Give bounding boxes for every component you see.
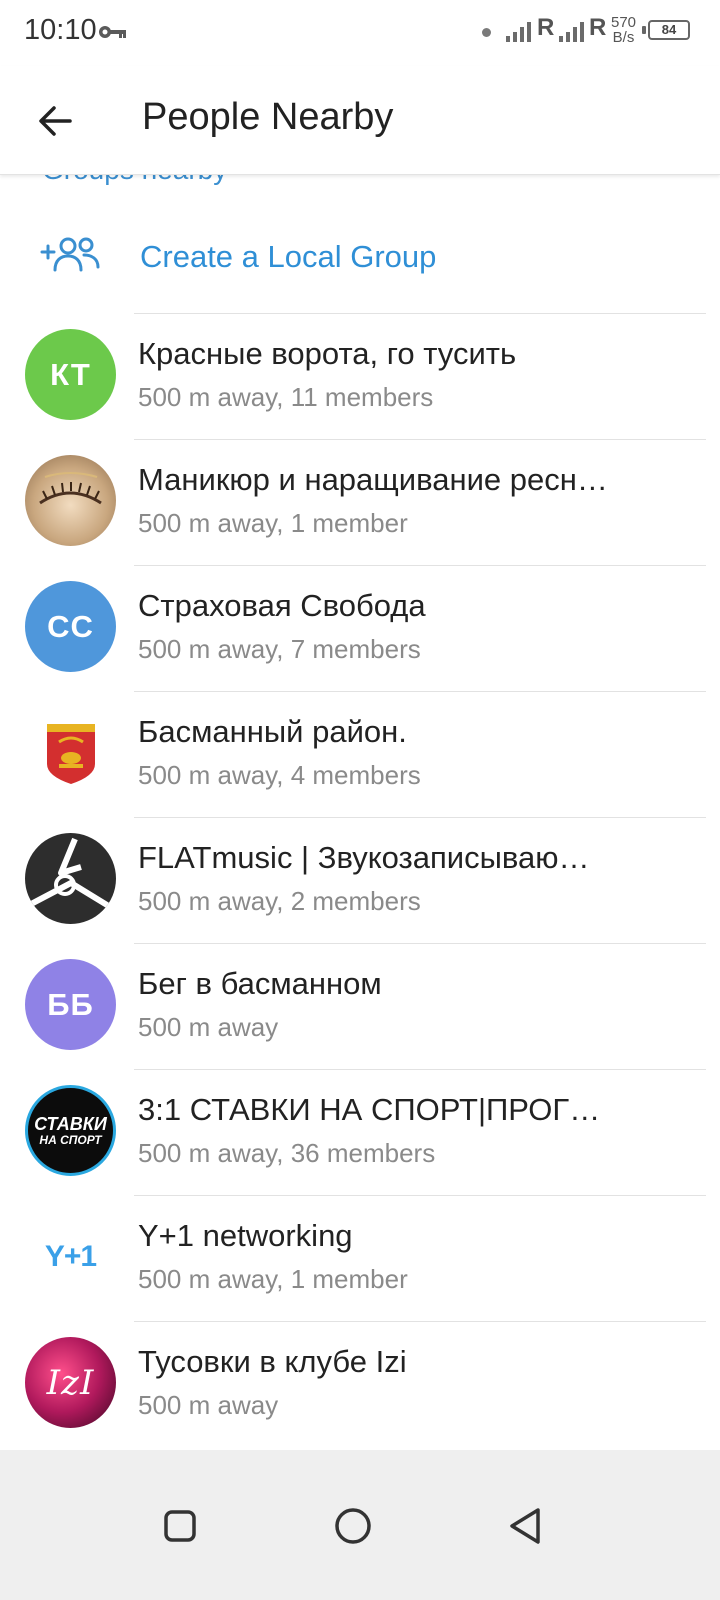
group-title: Бег в басманном: [138, 966, 382, 1001]
nearby-groups-list[interactable]: Groups nearby Create a Local Group КТ Кр…: [0, 174, 720, 1450]
app-header: People Nearby: [0, 66, 720, 175]
group-subtitle: 500 m away, 2 members: [138, 886, 421, 916]
group-title: Y+1 networking: [138, 1218, 353, 1253]
network-speed-unit: B/s: [612, 29, 635, 46]
group-title: 3:1 СТАВКИ НА СПОРТ|ПРОГНОЗЫ: [138, 1092, 608, 1127]
recents-button[interactable]: [152, 1498, 208, 1554]
section-header-groups-nearby: Groups nearby: [42, 174, 227, 186]
avatar: КТ: [25, 329, 116, 420]
avatar: [25, 833, 116, 924]
create-local-group-label: Create a Local Group: [140, 239, 437, 274]
group-title: Басманный район.: [138, 714, 407, 749]
group-subtitle: 500 m away, 1 member: [138, 508, 408, 538]
group-subtitle: 500 m away: [138, 1390, 279, 1420]
status-bar: 10:10 R R 570 B/s 84: [0, 0, 720, 66]
battery-icon: 84: [648, 20, 690, 40]
roaming-label: R: [537, 14, 555, 41]
flatmusic-logo-icon: [30, 837, 110, 908]
status-time: 10:10: [24, 14, 97, 46]
home-button[interactable]: [325, 1498, 381, 1554]
group-row-flatmusic[interactable]: FLATmusic | Звукозаписывающая студия 500…: [0, 818, 720, 944]
battery-nub: [642, 26, 646, 34]
group-subtitle: 500 m away, 1 member: [138, 1264, 408, 1294]
add-group-icon: [40, 237, 100, 272]
group-title: Маникюр и наращивание ресниц: [138, 462, 608, 497]
avatar: ББ: [25, 959, 116, 1050]
system-nav-bar: [0, 1450, 720, 1600]
signal-strength-icon-2: [559, 20, 587, 42]
group-row-krasnye-vorota[interactable]: КТ Красные ворота, го тусить 500 m away,…: [0, 314, 720, 440]
group-title: FLATmusic | Звукозаписывающая студия: [138, 840, 608, 875]
circle-icon: [335, 1508, 371, 1544]
notification-dot-icon: [482, 28, 491, 37]
network-speed: 570 B/s: [611, 15, 636, 45]
avatar-logo-text-2: НА СПОРТ: [39, 1132, 102, 1147]
system-back-button[interactable]: [498, 1498, 554, 1554]
group-title: Тусовки в клубе Izi: [138, 1344, 407, 1379]
avatar-initials: ББ: [47, 986, 94, 1022]
arrow-left-icon: [39, 106, 72, 136]
avatar-logo-text: IzI: [46, 1362, 95, 1403]
group-row-strakhovaya-svoboda[interactable]: СС Страховая Свобода 500 m away, 7 membe…: [0, 566, 720, 692]
group-subtitle: 500 m away, 7 members: [138, 634, 421, 664]
avatar-logo-text-1: СТАВКИ: [34, 1113, 107, 1134]
group-subtitle: 500 m away, 36 members: [138, 1138, 436, 1168]
network-speed-value: 570: [611, 14, 637, 31]
group-row-stavki-na-sport[interactable]: СТАВКИ НА СПОРТ 3:1 СТАВКИ НА СПОРТ|ПРОГ…: [0, 1070, 720, 1196]
avatar: Y+1: [25, 1211, 116, 1302]
avatar: [25, 455, 116, 546]
avatar-logo-text: Y+1: [44, 1239, 97, 1273]
group-row-beg-v-basmannom[interactable]: ББ Бег в басманном 500 m away: [0, 944, 720, 1070]
group-title: Страховая Свобода: [138, 588, 426, 623]
group-subtitle: 500 m away, 4 members: [138, 760, 421, 790]
group-row-y1-networking[interactable]: Y+1 Y+1 networking 500 m away, 1 member: [0, 1196, 720, 1322]
group-row-tusovki-izi[interactable]: IzI Тусовки в клубе Izi 500 m away: [0, 1322, 720, 1448]
signal-strength-icon: [506, 20, 534, 42]
group-subtitle: 500 m away, 11 members: [138, 382, 434, 412]
square-icon: [164, 1510, 196, 1542]
avatar-initials: СС: [47, 608, 94, 644]
triangle-back-icon: [510, 1508, 540, 1544]
avatar: СС: [25, 581, 116, 672]
vpn-key-icon: [99, 26, 126, 38]
coat-of-arms-icon: [46, 723, 95, 784]
avatar: IzI: [25, 1337, 116, 1428]
group-title: Красные ворота, го тусить: [138, 336, 517, 371]
avatar: СТАВКИ НА СПОРТ: [25, 1085, 116, 1176]
create-local-group-button[interactable]: Create a Local Group: [0, 204, 720, 314]
group-row-basmanny-rayon[interactable]: Басманный район. 500 m away, 4 members: [0, 692, 720, 818]
avatar-initials: КТ: [50, 356, 91, 392]
avatar: [25, 707, 116, 798]
battery-level: 84: [661, 22, 677, 37]
back-button[interactable]: [30, 96, 80, 146]
group-row-manicure[interactable]: Маникюр и наращивание ресниц 500 m away,…: [0, 440, 720, 566]
group-subtitle: 500 m away: [138, 1012, 279, 1042]
roaming-label-2: R: [589, 14, 607, 41]
page-title: People Nearby: [142, 96, 394, 138]
eyelash-photo-icon: [39, 472, 102, 505]
